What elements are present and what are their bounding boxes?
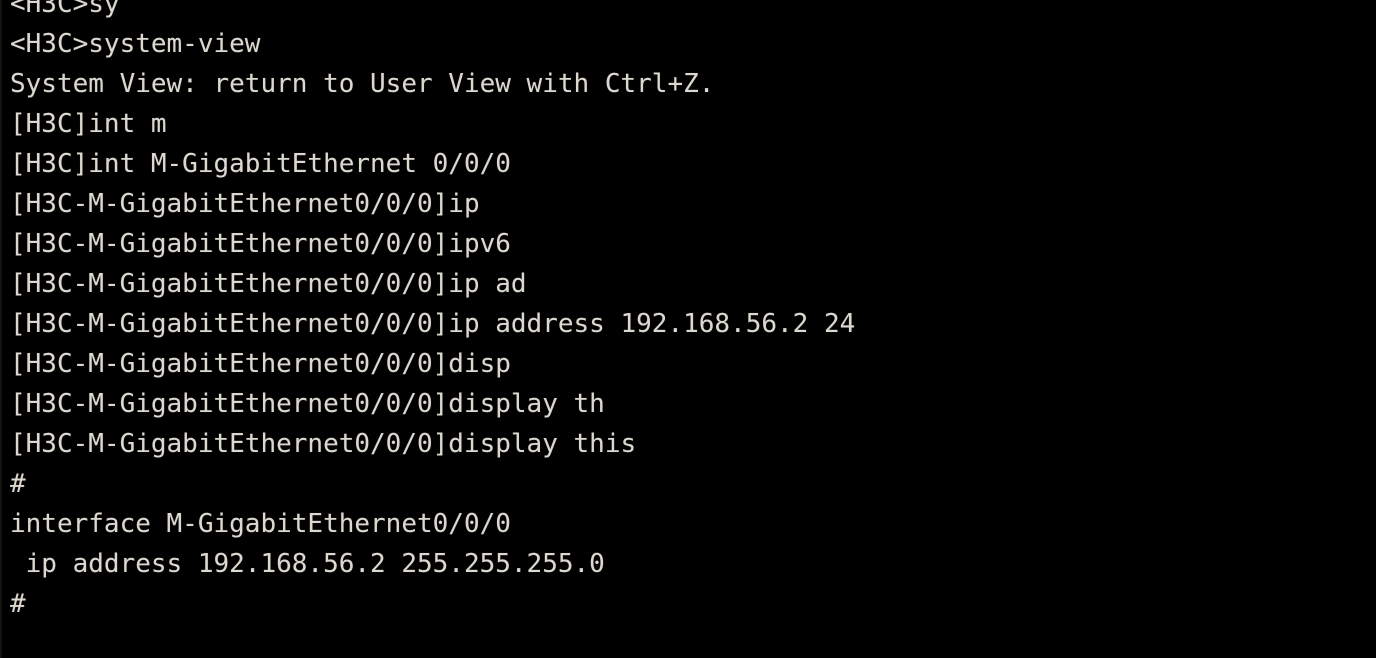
terminal-line-cmd-int-mge: [H3C]int M-GigabitEthernet 0/0/0 xyxy=(10,149,511,179)
terminal-line-out-hash-bottom: # xyxy=(10,589,26,619)
terminal-line-out-ip-address: ip address 192.168.56.2 255.255.255.0 xyxy=(10,549,605,579)
terminal-line-cmd-display-this: [H3C-M-GigabitEthernet0/0/0]display this xyxy=(10,429,637,459)
terminal-line-cmd-ip-ad: [H3C-M-GigabitEthernet0/0/0]ip ad xyxy=(10,269,527,299)
terminal-line-cmd-ip-address: [H3C-M-GigabitEthernet0/0/0]ip address 1… xyxy=(10,309,856,339)
terminal-line-out-interface: interface M-GigabitEthernet0/0/0 xyxy=(10,509,511,539)
terminal-line-cmd-system-view: <H3C>system-view xyxy=(10,29,261,59)
terminal-line-cmd-disp: [H3C-M-GigabitEthernet0/0/0]disp xyxy=(10,349,511,379)
terminal-screen[interactable]: %Mar 10 14:22:17:497 2021 H3C SHELL/5/SH… xyxy=(0,0,1376,624)
terminal-line-cmd-sy: <H3C>sy xyxy=(10,0,120,19)
terminal-line-out-hash-top: # xyxy=(10,469,26,499)
terminal-window[interactable]: %Mar 10 14:22:17:497 2021 H3C SHELL/5/SH… xyxy=(0,0,1376,658)
terminal-line-cmd-display-th: [H3C-M-GigabitEthernet0/0/0]display th xyxy=(10,389,605,419)
terminal-line-cmd-ip: [H3C-M-GigabitEthernet0/0/0]ip xyxy=(10,189,480,219)
terminal-line-cmd-ipv6: [H3C-M-GigabitEthernet0/0/0]ipv6 xyxy=(10,229,511,259)
terminal-line-cmd-int-m: [H3C]int m xyxy=(10,109,167,139)
terminal-line-out-system-view-banner: System View: return to User View with Ct… xyxy=(10,69,715,99)
